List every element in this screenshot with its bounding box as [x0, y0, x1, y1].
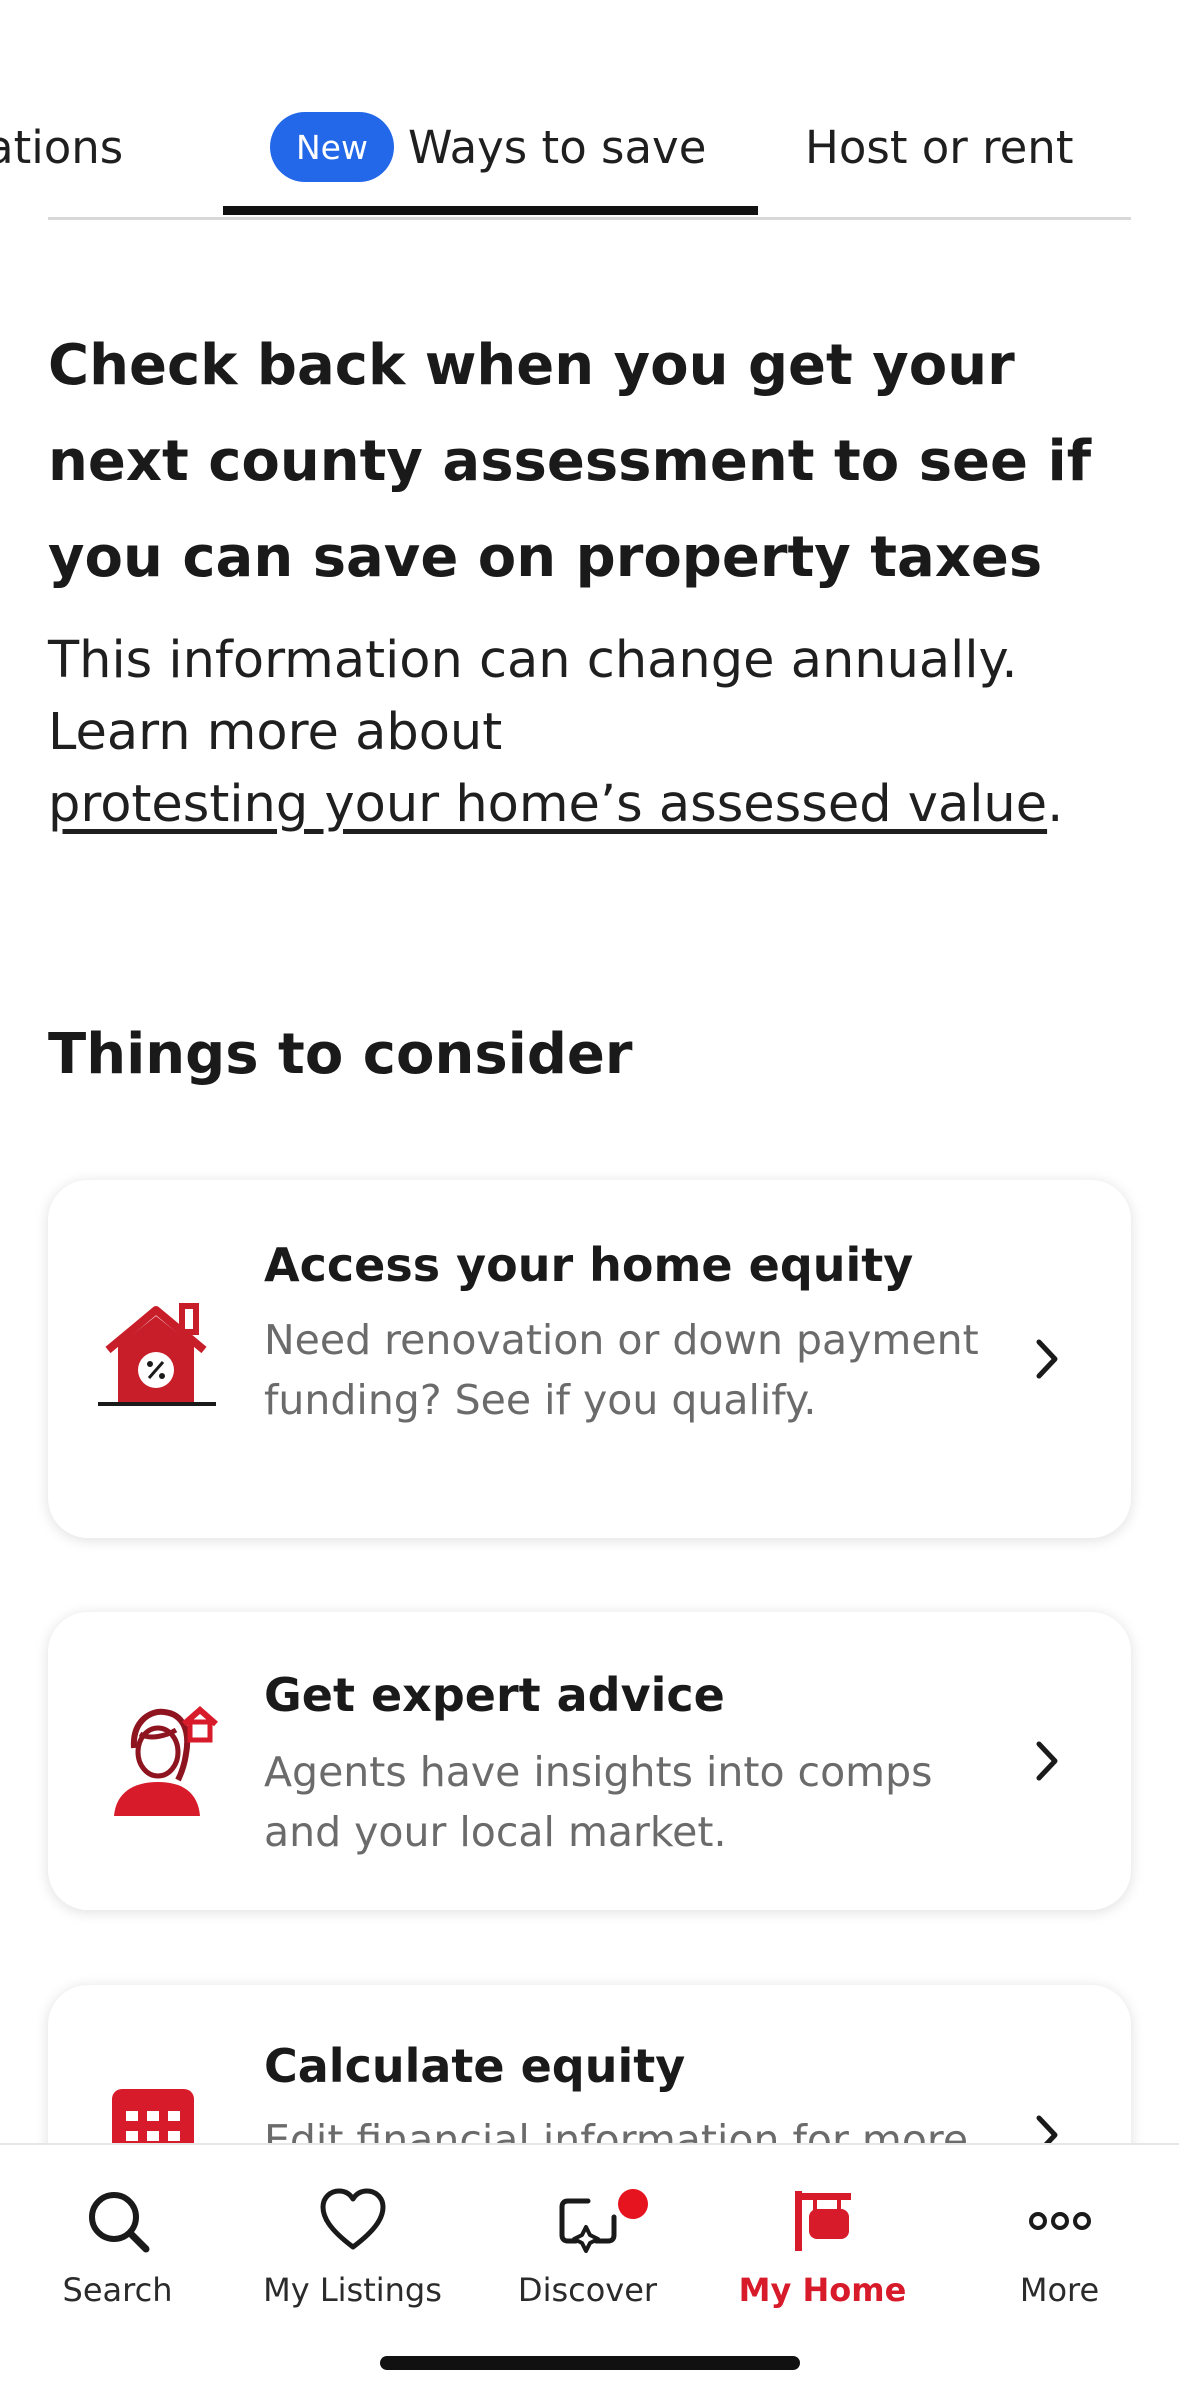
chevron-right-icon [1036, 1741, 1058, 1781]
tab-divider [48, 217, 1131, 220]
notification-dot [618, 2189, 648, 2219]
tab-ways-to-save[interactable]: New Ways to save [270, 112, 706, 182]
card-home-equity[interactable]: Access your home equity Need renovation … [48, 1180, 1131, 1538]
hero-body-line2: Learn more about [48, 703, 503, 762]
assessed-value-link[interactable]: protesting your home’s assessed value [48, 775, 1047, 834]
card-title: Get expert advice [264, 1668, 725, 1722]
hero-body: This information can change annually. Le… [48, 625, 1138, 841]
hero-body-line1: This information can change annually. [48, 631, 1018, 690]
search-icon [88, 2192, 149, 2253]
hero-link-line: protesting your home’s assessed value. [48, 769, 1138, 841]
card-description: Agents have insights into comps and your… [264, 1748, 933, 1856]
nav-discover-label: Discover [517, 2271, 658, 2309]
card-title: Access your home equity [264, 1238, 914, 1292]
home-indicator [380, 2356, 800, 2370]
new-badge: New [270, 112, 394, 182]
heart-icon [320, 2188, 385, 2250]
nav-my-listings[interactable]: My Listings [235, 2165, 470, 2315]
section-title: Things to consider [48, 1022, 633, 1087]
card-title: Calculate equity [264, 2039, 686, 2093]
nav-listings-label: My Listings [263, 2271, 442, 2309]
house-percent-icon [98, 1303, 216, 1406]
active-tab-indicator [223, 206, 758, 215]
home-sign-icon [794, 2191, 851, 2251]
hero-link-suffix: . [1047, 775, 1064, 834]
nav-search-label: Search [62, 2271, 173, 2309]
tab-host-label: Host or rent [805, 120, 1074, 174]
more-icon [1028, 2212, 1091, 2230]
nav-search[interactable]: Search [0, 2165, 235, 2315]
tab-ways-to-save-label: Ways to save [407, 120, 707, 174]
discover-icon [559, 2198, 616, 2253]
nav-home-label: My Home [738, 2271, 907, 2309]
nav-my-home[interactable]: My Home [705, 2165, 940, 2315]
chevron-right-icon [1036, 1339, 1058, 1379]
hero-title: Check back when you get your next county… [48, 333, 1092, 590]
card-expert-advice[interactable]: Get expert advice Agents have insights i… [48, 1612, 1131, 1910]
card-description: Need renovation or down payment funding?… [264, 1316, 979, 1424]
tab-partial-label: ations [0, 120, 124, 174]
agent-icon [114, 1706, 218, 1816]
nav-discover[interactable]: Discover [470, 2165, 705, 2315]
nav-more-label: More [1019, 2271, 1100, 2309]
nav-more[interactable]: More [942, 2165, 1177, 2315]
tab-partial[interactable]: ations [0, 112, 123, 182]
tab-bar: ations New Ways to save Host or rent [0, 0, 1179, 222]
tab-host-or-rent[interactable]: Host or rent [805, 112, 1073, 182]
